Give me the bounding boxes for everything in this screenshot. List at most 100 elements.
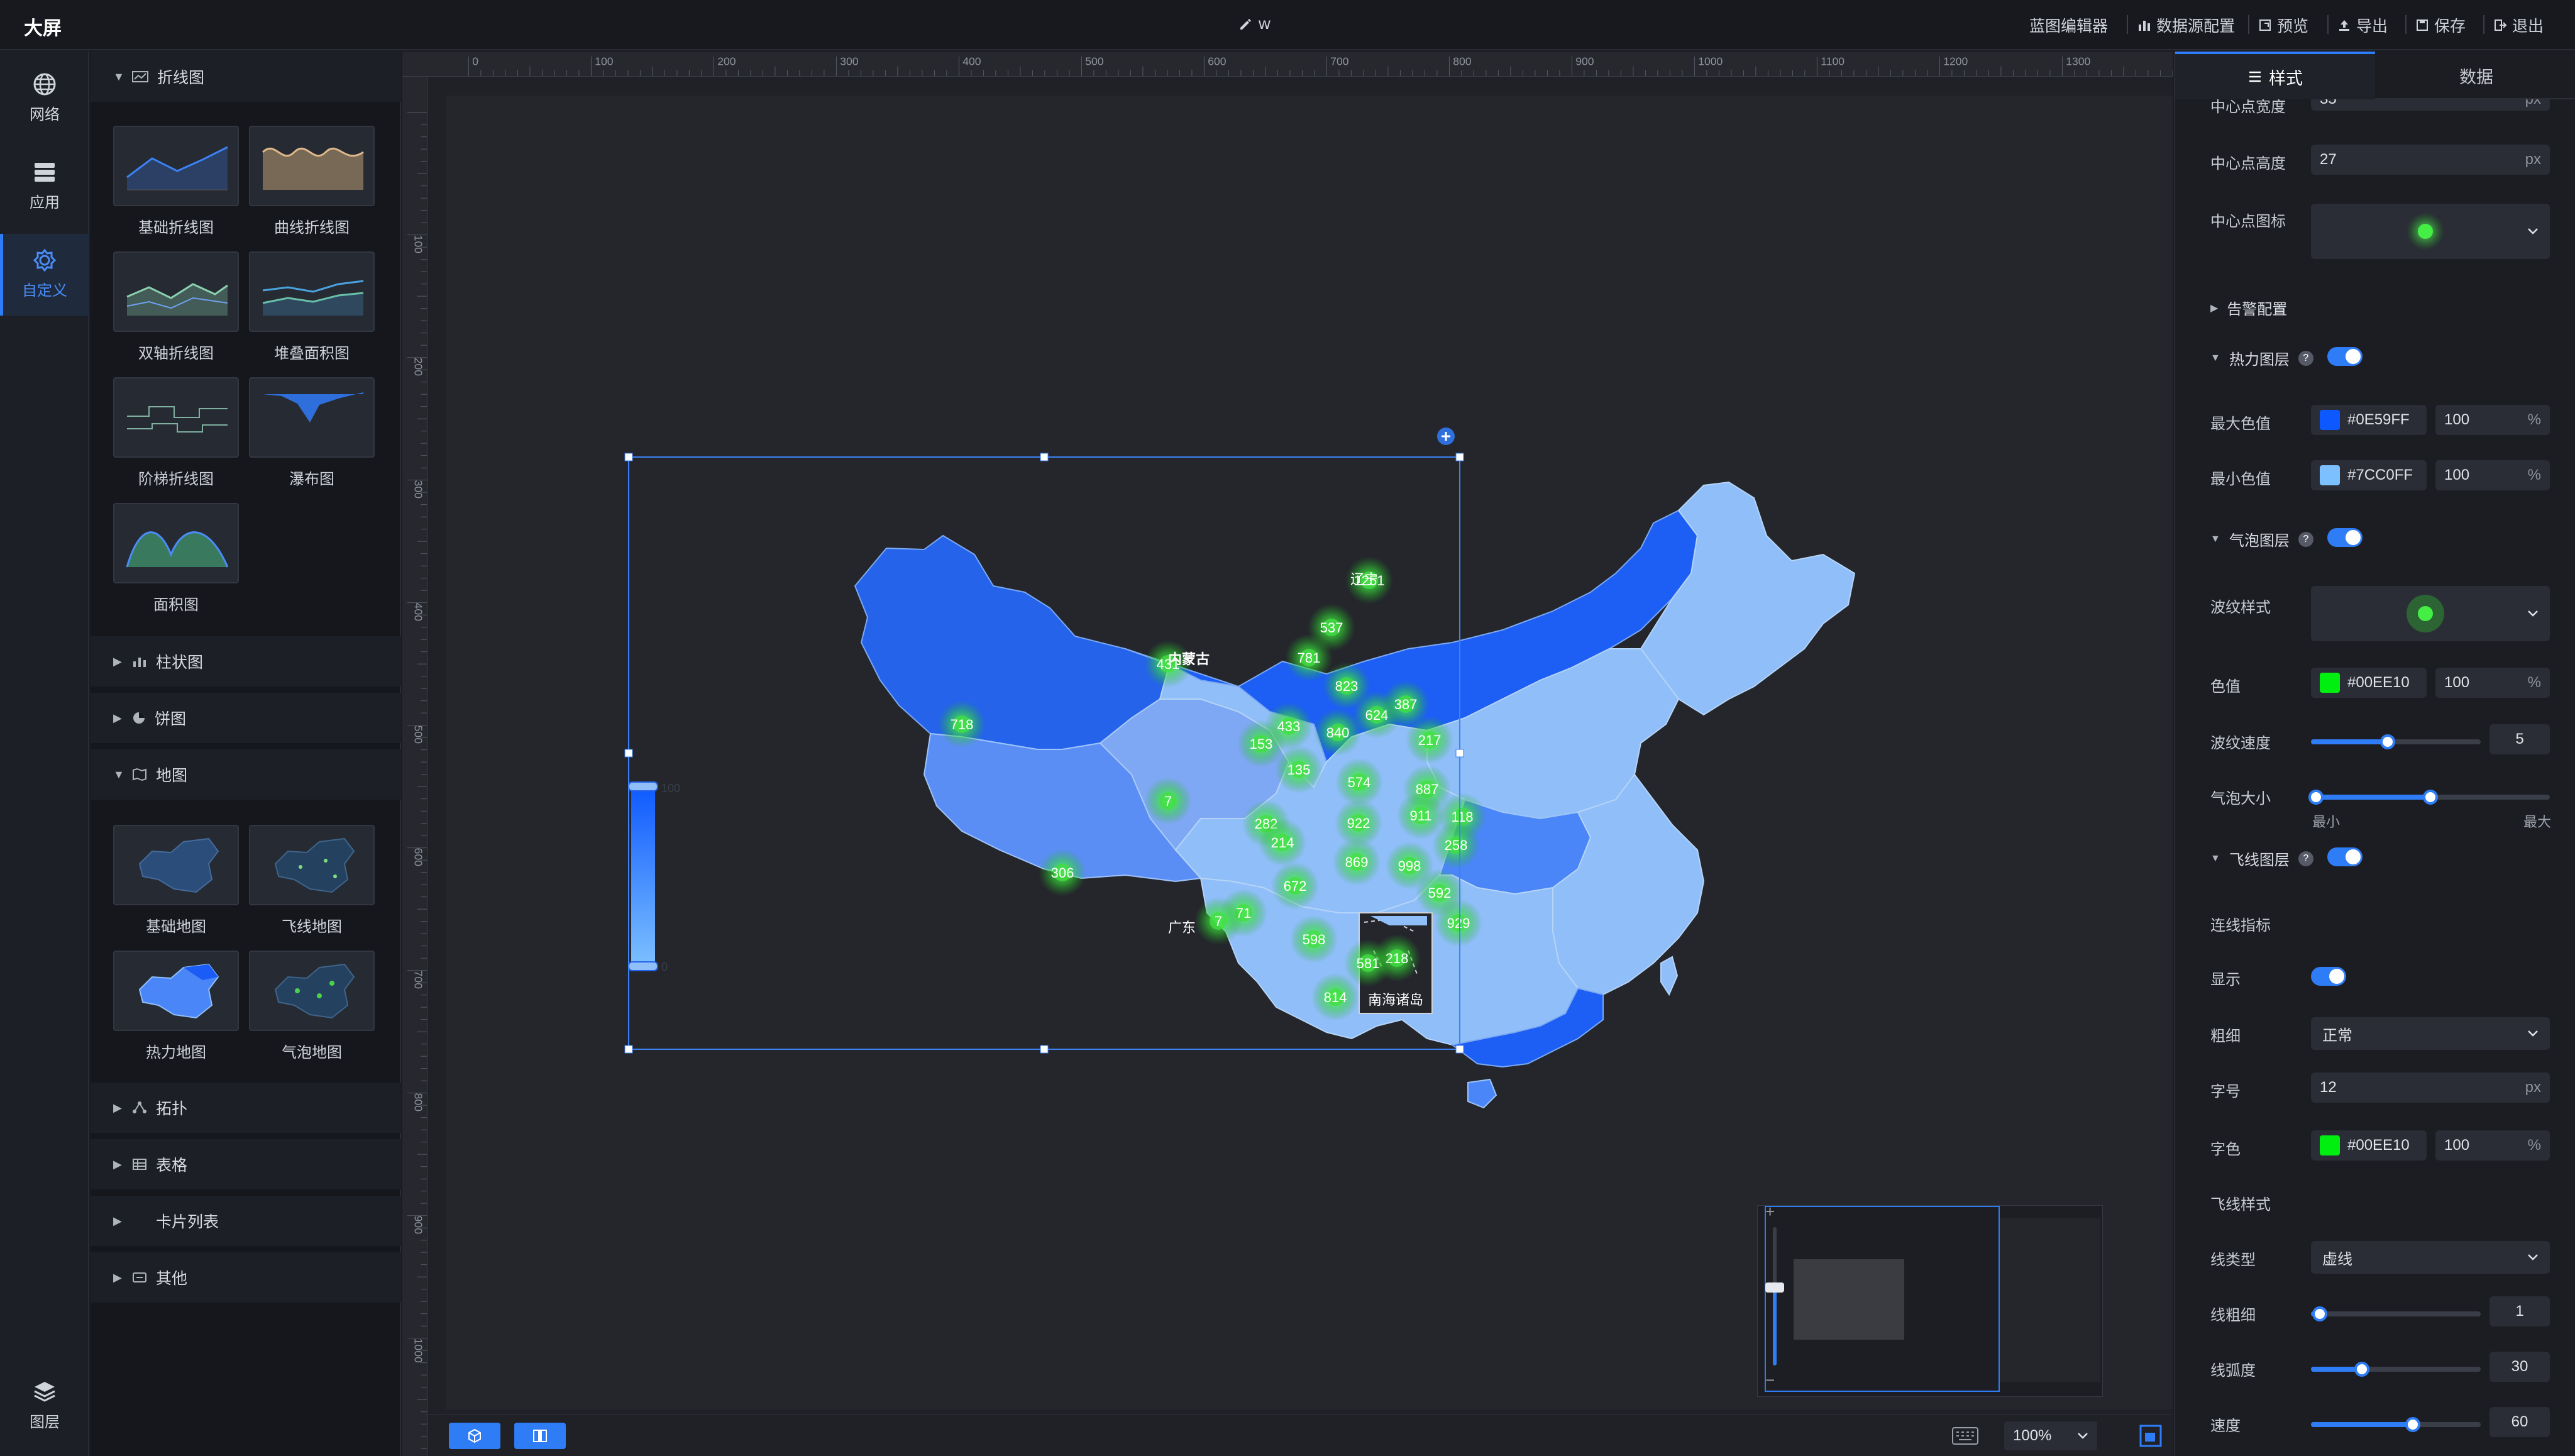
- flyline-layer-header[interactable]: ▼ 飞线图层 ?: [2210, 847, 2313, 869]
- exit-button[interactable]: 退出: [2493, 14, 2544, 36]
- minimap[interactable]: [1757, 1205, 2103, 1397]
- heat-layer-header[interactable]: ▼ 热力图层 ?: [2210, 347, 2313, 369]
- zoom-select[interactable]: 100%: [2004, 1421, 2097, 1450]
- rail-item-apps[interactable]: 应用: [0, 146, 89, 228]
- card-heat-map[interactable]: 热力地图: [113, 951, 239, 1062]
- section-line-chart[interactable]: ▼ 折线图: [91, 52, 401, 102]
- max-color-opacity-input[interactable]: 100%: [2435, 405, 2550, 435]
- slider-knob[interactable]: [2405, 1417, 2420, 1432]
- section-topology-label: 拓扑: [156, 1100, 188, 1118]
- bubble-size-range-slider[interactable]: [2308, 790, 2550, 805]
- slider-knob[interactable]: [2354, 1362, 2369, 1377]
- province-taiwan[interactable]: [1660, 956, 1679, 996]
- card-basic-line[interactable]: 基础折线图: [113, 126, 239, 237]
- fit-screen-button[interactable]: [2139, 1424, 2163, 1451]
- section-table[interactable]: ▶ 表格: [91, 1139, 401, 1189]
- keyboard-shortcuts-button[interactable]: [1951, 1426, 1979, 1448]
- slider-knob-max[interactable]: [2423, 790, 2438, 805]
- 3d-view-button[interactable]: [449, 1423, 500, 1449]
- font-color-input[interactable]: #00EE10: [2311, 1130, 2427, 1161]
- tab-style[interactable]: 样式: [2175, 52, 2375, 99]
- line-width-slider[interactable]: [2311, 1306, 2481, 1321]
- help-icon[interactable]: ?: [2298, 531, 2313, 547]
- blueprint-editor-button[interactable]: 蓝图编辑器: [2029, 14, 2108, 36]
- slider-knob-min[interactable]: [2308, 790, 2324, 805]
- font-size-value: 12: [2320, 1079, 2337, 1096]
- card-curve-line[interactable]: 曲线折线图: [249, 126, 375, 237]
- slider-knob[interactable]: [2312, 1306, 2327, 1321]
- min-color-opacity-input[interactable]: 100%: [2435, 460, 2550, 490]
- bubble-layer-toggle[interactable]: [2327, 528, 2363, 547]
- card-stacked-area[interactable]: 堆叠面积图: [249, 251, 375, 363]
- list-icon: [2249, 71, 2261, 82]
- minimap-zoom-track[interactable]: [1765, 1227, 1784, 1365]
- save-button[interactable]: 保存: [2415, 14, 2466, 36]
- section-map[interactable]: ▼ 地图: [91, 749, 401, 800]
- line-curve-slider[interactable]: [2311, 1362, 2481, 1377]
- section-pie-chart[interactable]: ▶ 饼图: [91, 693, 401, 743]
- heat-layer-toggle[interactable]: [2327, 347, 2363, 366]
- legend-handle-top[interactable]: [628, 781, 658, 791]
- speed-slider[interactable]: [2311, 1417, 2481, 1432]
- section-topology[interactable]: ▶ 拓扑: [91, 1083, 401, 1133]
- weight-select[interactable]: 正常: [2311, 1017, 2550, 1050]
- font-color-opacity-input[interactable]: 100%: [2435, 1130, 2550, 1161]
- minimap-zoom-knob[interactable]: [1765, 1282, 1784, 1293]
- card-step-line[interactable]: 阶梯折线图: [113, 377, 239, 488]
- province-xinjiang[interactable]: [854, 534, 1171, 750]
- rail-item-custom[interactable]: 自定义: [0, 234, 89, 316]
- card-basic-map[interactable]: 基础地图: [113, 825, 239, 936]
- section-bar-chart[interactable]: ▶ 柱状图: [91, 636, 401, 687]
- legend-handle-bottom[interactable]: [628, 961, 658, 971]
- bubble-layer-header[interactable]: ▼ 气泡图层 ?: [2210, 528, 2313, 550]
- flyline-layer-toggle[interactable]: [2327, 847, 2363, 866]
- layout-view-button[interactable]: [514, 1423, 566, 1449]
- section-card-list[interactable]: ▶ 卡片列表: [91, 1196, 401, 1246]
- max-color-input[interactable]: #0E59FF: [2311, 405, 2427, 435]
- section-other[interactable]: ▶ 其他: [91, 1252, 401, 1303]
- rail-item-network[interactable]: 网络: [0, 58, 89, 140]
- speed-input[interactable]: 60: [2490, 1407, 2550, 1437]
- document-name[interactable]: w: [1238, 14, 1271, 33]
- card-area[interactable]: 面积图: [113, 503, 239, 614]
- help-icon[interactable]: ?: [2298, 851, 2313, 866]
- bubble-color-input[interactable]: #00EE10: [2311, 668, 2427, 698]
- card-label: 瀑布图: [289, 471, 334, 488]
- font-size-input[interactable]: 12 px: [2311, 1073, 2550, 1103]
- rail-label-custom: 自定义: [22, 282, 67, 299]
- section-line-chart-label: 折线图: [157, 69, 205, 87]
- line-curve-input[interactable]: 30: [2490, 1352, 2550, 1382]
- slider-knob[interactable]: [2379, 734, 2395, 749]
- tab-data[interactable]: 数据: [2376, 52, 2575, 99]
- ripple-style-select[interactable]: [2311, 586, 2550, 641]
- card-label: 阶梯折线图: [138, 471, 214, 488]
- card-dual-axis-line[interactable]: 双轴折线图: [113, 251, 239, 363]
- rail-item-layers[interactable]: 图层: [0, 1365, 89, 1447]
- thumb-basic-line: [113, 126, 239, 206]
- min-color-input[interactable]: #7CC0FF: [2311, 460, 2427, 490]
- editor-canvas[interactable]: 0 100 200 300 400 500 600 700 800 900 1000 1100 1200…: [402, 52, 2173, 1456]
- bubble-color-opacity-input[interactable]: 100%: [2435, 668, 2550, 698]
- card-label: 基础折线图: [138, 219, 214, 236]
- ripple-speed-input[interactable]: 5: [2490, 724, 2550, 754]
- card-label: 飞线地图: [282, 918, 342, 935]
- center-height-input[interactable]: 27 px: [2311, 145, 2550, 175]
- preview-button[interactable]: 预览: [2258, 14, 2308, 36]
- alarm-section-header[interactable]: ▶ 告警配置: [2210, 297, 2287, 319]
- province-hainan[interactable]: [1467, 1078, 1497, 1109]
- card-waterfall[interactable]: 瀑布图: [249, 377, 375, 488]
- ruler-left-label: 1000: [412, 1338, 425, 1363]
- show-toggle[interactable]: [2311, 967, 2346, 986]
- line-width-input[interactable]: 1: [2490, 1296, 2550, 1326]
- center-icon-select[interactable]: [2311, 204, 2550, 259]
- ripple-speed-slider[interactable]: [2311, 734, 2481, 749]
- help-icon[interactable]: ?: [2298, 350, 2313, 366]
- line-type-select[interactable]: 虚线: [2311, 1241, 2550, 1274]
- minimap-zoom-in[interactable]: +: [1765, 1202, 1775, 1222]
- fit-screen-icon: [2139, 1425, 2162, 1447]
- export-button[interactable]: 导出: [2337, 14, 2388, 36]
- card-bubble-map[interactable]: 气泡地图: [249, 951, 375, 1062]
- card-flyline-map[interactable]: 飞线地图: [249, 825, 375, 936]
- minimap-zoom-out[interactable]: −: [1765, 1371, 1775, 1390]
- datasource-config-button[interactable]: 数据源配置: [2137, 14, 2235, 36]
